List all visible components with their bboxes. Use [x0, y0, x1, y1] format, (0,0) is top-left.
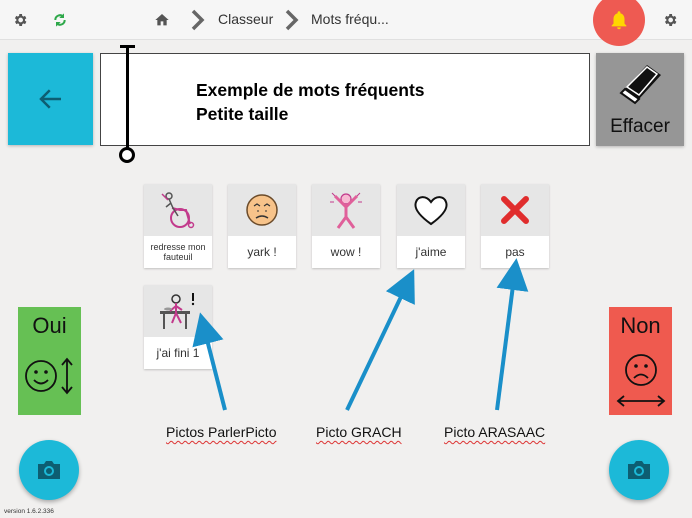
non-button[interactable]: Non — [609, 307, 672, 415]
non-label: Non — [620, 313, 661, 338]
bell-icon — [611, 11, 627, 30]
smiley-updown-icon — [25, 357, 73, 395]
tile-picture — [144, 285, 212, 337]
back-button[interactable] — [8, 53, 93, 145]
effacer-button[interactable]: Effacer — [596, 53, 684, 146]
eraser-icon — [619, 65, 661, 105]
message-line-1: Exemple de mots fréquents — [196, 80, 425, 100]
arrow-arasaac — [495, 258, 529, 411]
version-label: version 1.6.2.336 — [4, 508, 54, 515]
text-cursor-handle[interactable] — [119, 147, 135, 163]
annotation-arasaac: Picto ARASAAC — [444, 424, 546, 440]
effacer-label: Effacer — [610, 116, 670, 137]
tile-label: j'ai fini 1 — [156, 346, 200, 360]
camera-icon — [38, 461, 60, 479]
message-line-2: Petite taille — [196, 104, 289, 124]
gear-icon[interactable] — [658, 8, 682, 32]
finished-eating-icon — [160, 293, 195, 329]
arrow-left-icon — [38, 89, 61, 109]
breadcrumb-classeur[interactable]: Classeur — [218, 11, 273, 27]
camera-button-right[interactable] — [609, 440, 669, 500]
tile-jai-fini[interactable]: j'ai fini 1 — [144, 285, 212, 369]
gear-icon[interactable] — [8, 8, 32, 32]
tile-label: wow ! — [330, 245, 362, 259]
sync-icon[interactable] — [48, 8, 72, 32]
tile-jaime[interactable]: j'aime — [397, 184, 465, 268]
camera-button-left[interactable] — [19, 440, 79, 500]
wheelchair-icon — [161, 192, 195, 229]
chevron-right-icon — [191, 9, 205, 31]
oui-label: Oui — [32, 313, 67, 338]
tile-label: j'aime — [415, 245, 447, 259]
red-cross-icon — [501, 196, 529, 224]
text-cursor[interactable] — [126, 47, 129, 154]
home-icon[interactable] — [150, 8, 174, 32]
annotation-grach: Picto GRACH — [316, 424, 402, 440]
camera-icon — [628, 461, 650, 479]
tile-label: pas — [505, 245, 525, 259]
annotation-parlerpicto: Pictos ParlerPicto — [166, 424, 277, 440]
tile-picture — [312, 184, 380, 236]
chevron-right-icon — [285, 9, 299, 31]
breadcrumb-current[interactable]: Mots fréqu... — [311, 11, 389, 27]
arrow-grach — [345, 269, 415, 411]
sad-leftright-icon — [616, 354, 666, 407]
tile-redresse-mon-fauteuil[interactable]: redresse mon fauteuil — [144, 184, 212, 268]
top-bar: Classeur Mots fréqu... — [0, 0, 692, 40]
wow-person-icon — [330, 192, 362, 229]
heart-icon — [414, 196, 448, 226]
tile-picture — [144, 184, 212, 236]
tile-picture — [228, 184, 296, 236]
tile-yark[interactable]: yark ! — [228, 184, 296, 268]
tile-picture — [481, 184, 549, 236]
tile-picture — [397, 184, 465, 236]
oui-button[interactable]: Oui — [18, 307, 81, 415]
tile-label: yark ! — [247, 245, 277, 259]
message-text: Exemple de mots fréquents Petite taille — [196, 78, 425, 126]
tile-wow[interactable]: wow ! — [312, 184, 380, 268]
tile-label: redresse mon fauteuil — [150, 242, 206, 262]
tile-pas[interactable]: pas — [481, 184, 549, 268]
disgust-face-icon — [246, 194, 278, 226]
